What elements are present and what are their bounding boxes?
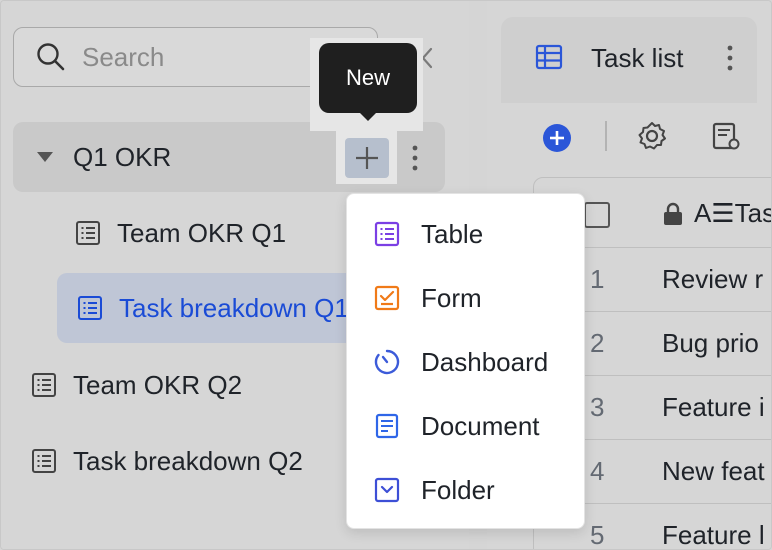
new-tooltip: New <box>319 43 417 113</box>
dashboard-icon <box>373 348 401 376</box>
folder-icon <box>373 476 401 504</box>
menu-item-label: Table <box>421 218 484 249</box>
more-options-button[interactable] <box>403 141 427 175</box>
menu-item-dashboard[interactable]: Dashboard <box>347 330 586 394</box>
select-all-checkbox[interactable] <box>584 202 610 228</box>
row-value: Bug prio <box>662 328 759 358</box>
sidebar-item-task-breakdown-q2[interactable]: Task breakdown Q2 <box>13 429 303 493</box>
menu-item-label: Folder <box>421 474 495 505</box>
more-vertical-icon[interactable] <box>727 45 733 71</box>
tab-title: Task list <box>591 43 684 73</box>
menu-item-form[interactable]: Form <box>347 266 586 330</box>
menu-item-document[interactable]: Document <box>347 394 586 458</box>
row-number: 5 <box>590 520 605 550</box>
sidebar-item-label: Task breakdown Q2 <box>73 445 303 476</box>
table-doc-icon <box>32 449 56 473</box>
more-vertical-icon <box>412 145 418 171</box>
column-header-task[interactable]: A☰Tas <box>694 198 772 229</box>
row-number: 2 <box>590 328 605 358</box>
sidebar-item-team-okr-q2[interactable]: Team OKR Q2 <box>13 353 242 417</box>
form-icon <box>373 284 401 312</box>
lock-icon <box>664 202 682 225</box>
toolbar <box>487 103 771 173</box>
table-doc-icon <box>32 373 56 397</box>
tooltip-arrow <box>359 112 377 121</box>
row-number: 4 <box>590 456 605 486</box>
caret-down-icon[interactable] <box>37 151 53 163</box>
app-window: Search Q1 OKR Team OKR Q1 Task breakdown… <box>0 0 772 550</box>
sidebar-item-team-okr-q1[interactable]: Team OKR Q1 <box>57 201 286 265</box>
new-item-menu: Table Form Dashboard Document Folder <box>346 193 585 529</box>
form-settings-icon[interactable] <box>711 121 741 151</box>
grid-table-icon <box>535 44 563 70</box>
gear-icon[interactable] <box>637 121 667 151</box>
row-number: 3 <box>590 392 605 422</box>
row-value: Feature i <box>662 392 765 422</box>
table-doc-icon <box>76 221 100 245</box>
sidebar-item-label: Q1 OKR <box>73 141 172 172</box>
add-record-icon[interactable] <box>542 123 572 153</box>
column-header-label: Tas <box>734 198 772 228</box>
row-value: Review r <box>662 264 764 294</box>
document-icon <box>373 412 401 440</box>
table-doc-icon <box>78 296 102 320</box>
text-field-icon: A☰ <box>694 198 735 228</box>
menu-item-table[interactable]: Table <box>347 202 586 266</box>
row-value: New feat <box>662 456 765 486</box>
tab-task-list[interactable]: Task list <box>501 17 757 103</box>
search-icon <box>37 43 65 71</box>
menu-item-label: Dashboard <box>421 346 549 377</box>
new-item-button[interactable] <box>345 138 389 178</box>
menu-item-folder[interactable]: Folder <box>347 458 586 522</box>
row-value: Feature l <box>662 520 765 550</box>
row-number: 1 <box>590 264 605 294</box>
toolbar-divider <box>605 121 607 151</box>
plus-icon <box>356 147 378 169</box>
menu-item-label: Form <box>421 282 482 313</box>
sidebar-item-label: Team OKR Q1 <box>117 217 287 248</box>
sidebar-item-label: Team OKR Q2 <box>73 369 243 400</box>
table-icon <box>373 220 401 248</box>
menu-item-label: Document <box>421 410 540 441</box>
search-placeholder: Search <box>82 41 165 72</box>
